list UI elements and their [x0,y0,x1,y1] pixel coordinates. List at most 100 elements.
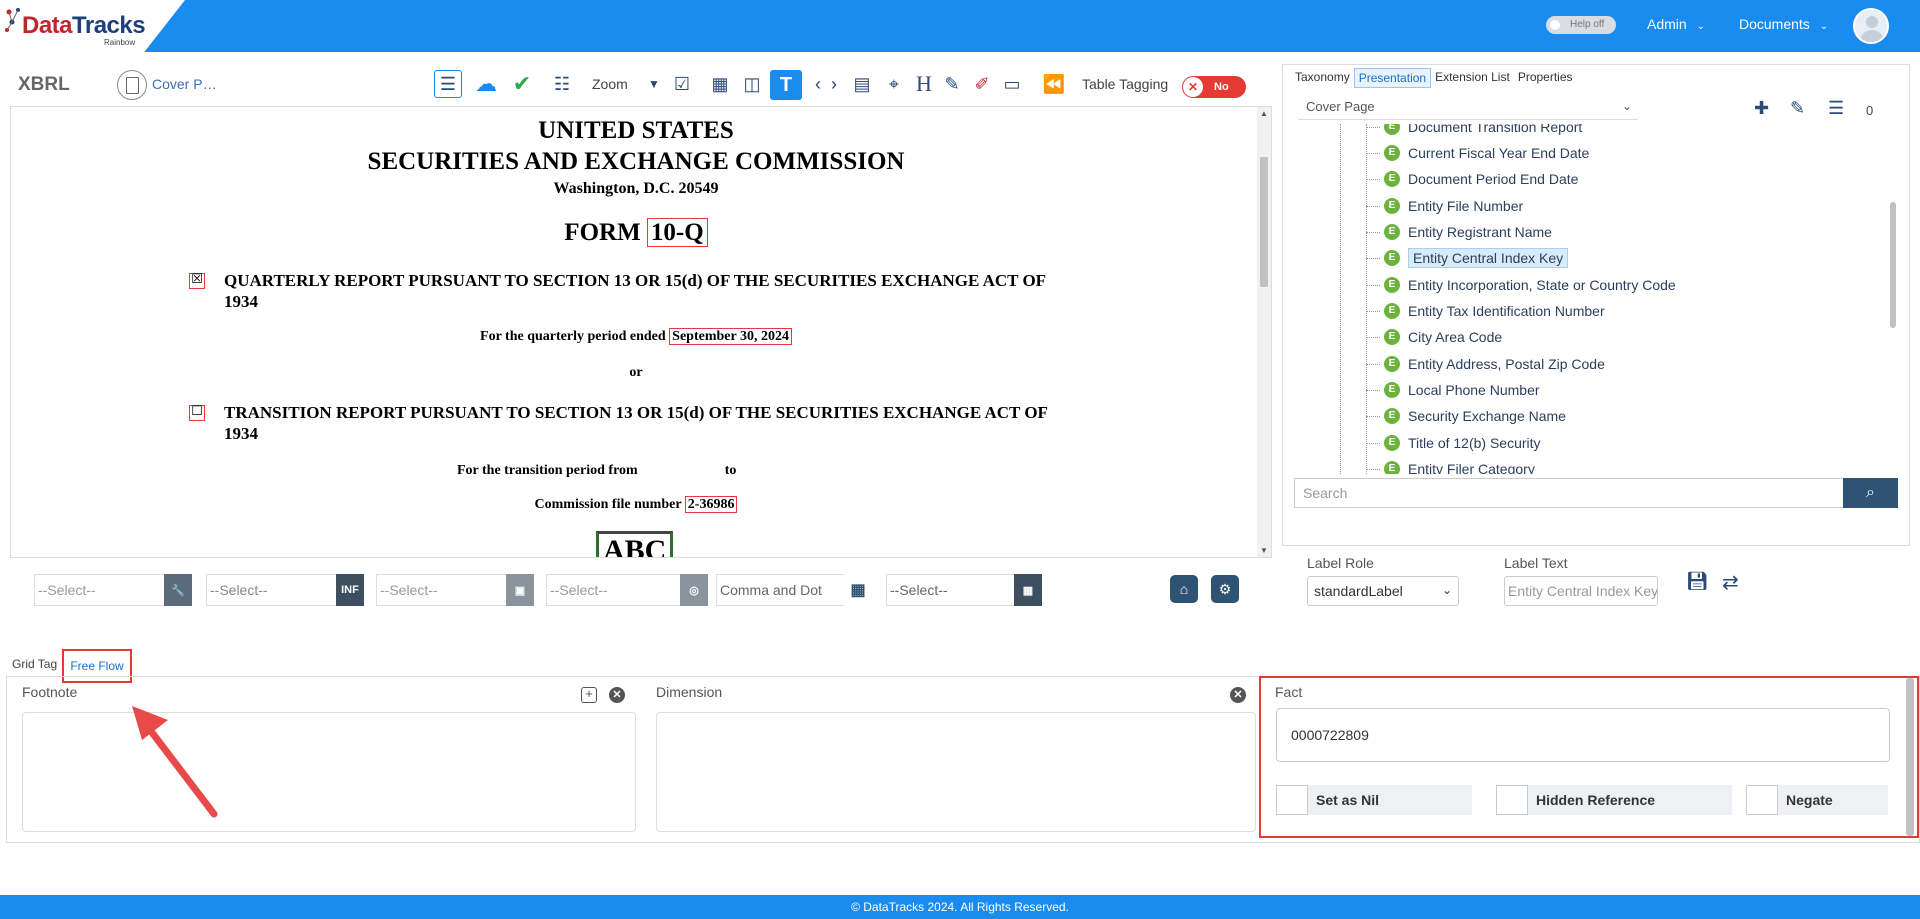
zoom-dropdown-icon[interactable]: ▼ [640,70,668,98]
documents-menu[interactable]: Documents ⌄ [1739,16,1828,32]
avatar[interactable] [1853,8,1889,44]
close-dimension-icon[interactable]: ✕ [1230,687,1246,703]
card-icon[interactable]: ▤ [848,70,876,98]
tree-item[interactable]: E Local Phone Number [1366,379,1540,401]
search-input[interactable]: Search [1294,478,1844,508]
tree-item-selected[interactable]: E Entity Central Index Key [1366,247,1569,269]
scroll-down-icon[interactable]: ▼ [1260,546,1268,555]
document-scrollbar[interactable]: ▲ ▼ [1257,107,1271,557]
form-type-tag[interactable]: 10-Q [646,218,708,247]
select-inf-value: --Select-- [206,574,338,606]
tree-scrollbar[interactable] [1890,126,1898,472]
tree-item[interactable]: E City Area Code [1366,326,1502,348]
tab-presentation[interactable]: Presentation [1353,68,1432,88]
transition-period-line: For the transition period from to [457,463,736,479]
table-tagging-toggle[interactable]: No [1182,76,1246,98]
cover-page-link[interactable]: Cover P… [152,76,217,92]
tree-item[interactable]: E Document Period End Date [1366,168,1578,190]
add-footnote-icon[interactable]: + [581,687,597,703]
select-sign[interactable]: --Select-- ◎ [546,574,708,606]
tree-item[interactable]: E Entity File Number [1366,195,1523,217]
dimension-box[interactable] [656,712,1256,832]
inf-button[interactable]: INF [336,574,364,606]
transition-checkbox-tag[interactable]: ☐ [189,405,205,421]
fact-scrollbar[interactable] [1906,678,1914,836]
fact-input[interactable]: 0000722809 [1276,708,1890,762]
hidden-reference-option[interactable]: Hidden Reference [1496,785,1732,815]
document-icon[interactable]: ▭ [998,70,1026,98]
abc-logo: ABC [596,531,674,557]
calendar-icon[interactable]: ▦ [1014,574,1042,606]
save-icon[interactable]: 💾︎ [1686,571,1709,592]
target-icon[interactable]: ◎ [680,574,708,606]
tab-properties[interactable]: Properties [1514,68,1577,88]
rewind-icon[interactable]: ⏪ [1040,70,1068,98]
money-icon[interactable]: ▣ [506,574,534,606]
tags-icon[interactable]: ⌂ [1170,575,1198,603]
tab-extension-list[interactable]: Extension List [1431,68,1514,88]
table-grid-icon[interactable]: ▦ [706,70,734,98]
commission-tag[interactable]: 2-36986 [684,496,738,513]
select-date[interactable]: --Select-- ▦ [886,574,1044,606]
chevron-right-icon[interactable]: › [820,70,848,98]
tree-item-label: Document Period End Date [1408,171,1579,187]
tree-item[interactable]: E Security Exchange Name [1366,405,1566,427]
add-icon[interactable]: ✚ [1754,98,1769,119]
highlighter-icon[interactable]: ✎ [938,70,966,98]
set-as-nil-option[interactable]: Set as Nil [1276,785,1472,815]
tree-scroll-thumb[interactable] [1890,202,1896,328]
wrench-icon[interactable]: 🔧 [164,574,192,606]
admin-menu[interactable]: Admin ⌄ [1647,16,1705,32]
edit-icon[interactable]: ✎ [1790,98,1805,119]
tree-item[interactable]: E Entity Address, Postal Zip Code [1366,353,1605,375]
heading-icon[interactable]: H [910,70,938,98]
verified-check-icon[interactable]: ✔ [508,70,536,98]
map-pin-icon[interactable]: ⌖ [880,70,908,98]
menu-icon[interactable]: ☰ [1828,98,1844,119]
set-as-nil-checkbox[interactable] [1276,785,1308,815]
tree-item[interactable]: E Entity Registrant Name [1366,221,1552,243]
select-inf[interactable]: --Select-- INF [206,574,364,606]
text-tag-icon[interactable]: T [770,70,802,100]
close-footnote-icon[interactable]: ✕ [609,687,625,703]
number-grid-icon[interactable]: ▦ [844,574,872,606]
quarterly-period-tag[interactable]: September 30, 2024 [669,328,792,345]
negate-checkbox[interactable] [1746,785,1778,815]
swap-icon[interactable]: ⇄ [1722,570,1739,595]
tree-item[interactable]: E Entity Tax Identification Number [1366,300,1605,322]
footnote-textarea[interactable] [22,712,636,832]
cover-page-icon[interactable] [117,70,147,100]
list-view-icon[interactable]: ☰ [434,70,462,98]
table-tagging-label: Table Tagging [1082,76,1169,92]
tab-grid-tag[interactable]: Grid Tag [12,657,57,671]
search-button[interactable]: ⌕ [1843,478,1898,508]
scroll-thumb[interactable] [1260,157,1268,287]
tree-item[interactable]: E Document Transition Report [1366,124,1582,138]
select-separator[interactable]: Comma and Dot ▦ [716,574,874,606]
chevron-down-icon: ⌄ [1621,99,1632,113]
select-scale[interactable]: --Select-- 🔧 [34,574,192,606]
tree-item[interactable]: E Entity Filer Category [1366,458,1535,474]
cloud-upload-icon[interactable]: ☁ [472,70,500,98]
select-format[interactable]: --Select-- ▣ [376,574,534,606]
negate-option[interactable]: Negate [1746,785,1888,815]
presentation-select[interactable]: Cover Page ⌄ [1298,96,1638,120]
hidden-reference-checkbox[interactable] [1496,785,1528,815]
eraser-icon[interactable]: ✐ [968,70,996,98]
bullet-list-icon[interactable]: ☷ [548,70,576,98]
label-role-select[interactable]: standardLabel ⌄ [1307,576,1459,606]
help-toggle[interactable]: Help off [1546,16,1616,34]
checkbox-icon[interactable]: ☑ [668,70,696,98]
presentation-tree[interactable]: E Document Transition Report E Current Fis… [1298,124,1892,474]
negate-label: Negate [1786,792,1833,808]
columns-icon[interactable]: ◫ [738,70,766,98]
quarterly-checkbox-tag[interactable]: ☒ [189,273,205,289]
settings-icon[interactable]: ⚙ [1211,575,1239,603]
tree-item[interactable]: E Entity Incorporation, State or Country … [1366,274,1676,296]
document-viewer[interactable]: UNITED STATES SECURITIES AND EXCHANGE CO… [10,106,1272,558]
tree-item[interactable]: E Current Fiscal Year End Date [1366,142,1589,164]
label-text-input[interactable]: Entity Central Index Key [1504,576,1658,606]
tab-taxonomy[interactable]: Taxonomy [1291,68,1354,88]
scroll-up-icon[interactable]: ▲ [1260,109,1268,118]
tree-item[interactable]: E Title of 12(b) Security [1366,432,1541,454]
